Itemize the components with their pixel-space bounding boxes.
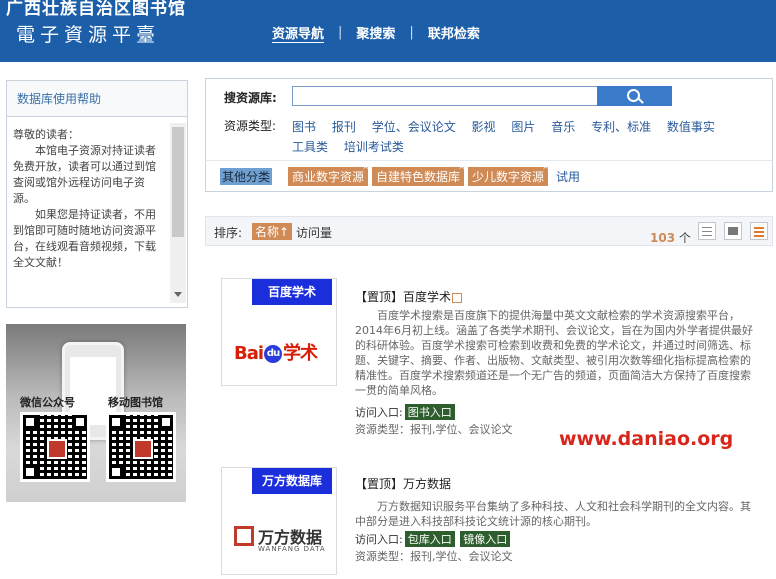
help-paragraph-1: 本馆电子资源对持证读者免费开放，读者可以通过到馆查阅或馆外远程访问电子资源。 (13, 144, 156, 205)
grid-view-icon[interactable] (698, 222, 716, 240)
result-count-number: 103 (650, 231, 676, 245)
access-link-books[interactable]: 图书入口 (404, 404, 455, 420)
watermark-text: www.daniao.org (559, 428, 734, 450)
help-greeting: 尊敬的读者： (13, 128, 79, 141)
nav-resource-guide[interactable]: 资源导航 (272, 23, 324, 42)
mobile-library-qr-code (106, 412, 176, 482)
site-subtitle: 電子資源平臺 (16, 24, 161, 46)
wanfang-logo-english: WANFANG DATA (258, 545, 326, 553)
type-tools[interactable]: 工具类 (292, 137, 328, 157)
category-commercial[interactable]: 商业数字资源 (288, 162, 369, 186)
result-title[interactable]: 【置顶】百度学术 (355, 288, 463, 305)
main-nav: 资源导航 | 聚搜索 | 联邦检索 (272, 22, 480, 42)
search-label: 搜资源库: (224, 91, 277, 105)
mobile-library-label: 移动图书馆 (108, 396, 163, 409)
table-view-icon[interactable] (724, 222, 742, 240)
help-panel: 数据库使用帮助 尊敬的读者： 本馆电子资源对持证读者免费开放，读者可以通过到馆查… (6, 80, 188, 308)
category-children[interactable]: 少儿数字资源 (468, 162, 549, 186)
type-theses[interactable]: 学位、会议论文 (372, 117, 456, 137)
type-training[interactable]: 培训考试类 (344, 137, 404, 157)
nav-aggregate-search[interactable]: 聚搜索 (356, 23, 395, 42)
wanfang-banner: 万方数据库 (252, 468, 332, 494)
scrollbar-thumb[interactable] (172, 127, 184, 237)
other-categories-bar: 其他分类 商业数字资源 自建特色数据库 少儿数字资源 试用 (205, 160, 773, 192)
sort-by-name-button[interactable]: 名称↑ (252, 223, 293, 240)
new-badge-icon (452, 292, 463, 303)
qr-promo-image: 微信公众号 移动图书馆 (6, 324, 186, 502)
wanfang-logo-card[interactable]: 万方数据库 万方数据 WANFANG DATA (221, 467, 337, 575)
help-text: 尊敬的读者： 本馆电子资源对持证读者免费开放，读者可以通过到馆查阅或馆外远程访问… (13, 127, 163, 271)
baidu-paw-icon: du (264, 345, 283, 363)
help-scrollbar[interactable] (170, 123, 186, 303)
result-description: 万方数据知识服务平台集纳了多种科技、人文和社会科学期刊的全文内容。其中部分是进入… (355, 500, 751, 528)
type-patents[interactable]: 专利、标准 (591, 117, 651, 137)
wechat-qr-code (20, 412, 90, 482)
type-books[interactable]: 图书 (292, 117, 316, 137)
search-input[interactable] (292, 86, 604, 106)
list-view-icon[interactable] (750, 222, 768, 240)
result-resource-type: 资源类型：报刊,学位、会议论文 (355, 550, 513, 563)
baidu-scholar-logo-card[interactable]: 百度学术 Bai du 学术 (221, 278, 337, 386)
nav-federated-search[interactable]: 联邦检索 (428, 23, 480, 42)
result-count: 103 个 (650, 229, 691, 246)
result-access: 访问入口: 包库入口 镜像入口 (355, 531, 511, 547)
type-video[interactable]: 影视 (472, 117, 496, 137)
nav-separator: | (338, 24, 343, 40)
search-button[interactable] (597, 86, 672, 106)
baidu-scholar-banner: 百度学术 (252, 279, 332, 305)
resource-type-list: 图书 报刊 学位、会议论文 影视 图片 音乐 专利、标准 数值事实 工具类 培训… (292, 117, 762, 157)
nav-separator: | (409, 24, 414, 40)
sort-label: 排序: (214, 226, 243, 240)
other-categories-label: 其他分类 (220, 168, 273, 185)
type-images[interactable]: 图片 (511, 117, 535, 137)
help-panel-title: 数据库使用帮助 (7, 81, 187, 117)
access-link-mirror[interactable]: 镜像入口 (460, 531, 511, 547)
wanfang-mark-icon (234, 526, 254, 546)
site-title: 广西壮族自治区图书馆 (6, 0, 186, 19)
scroll-down-arrow-icon[interactable] (174, 292, 182, 297)
category-trial[interactable]: 试用 (552, 167, 584, 186)
sort-by-visits-button[interactable]: 访问量 (296, 224, 332, 241)
access-link-package[interactable]: 包库入口 (404, 531, 455, 547)
result-resource-type: 资源类型：报刊,学位、会议论文 (355, 423, 513, 436)
help-paragraph-2: 如果您是持证读者，不用到馆即可随时随地访问资源平台，在线观看音频视频，下载全文文… (13, 208, 156, 269)
baidu-scholar-logo: Bai du 学术 (234, 343, 318, 364)
search-icon (627, 89, 640, 102)
result-description: 百度学术搜索是百度旗下的提供海量中英文文献检索的学术资源搜索平台，2014年6月… (355, 309, 753, 397)
type-periodicals[interactable]: 报刊 (332, 117, 356, 137)
category-self-built[interactable]: 自建特色数据库 (372, 162, 465, 186)
type-facts[interactable]: 数值事实 (667, 117, 715, 137)
result-count-unit: 个 (678, 231, 691, 245)
search-panel: 搜资源库: 资源类型: 图书 报刊 学位、会议论文 影视 图片 音乐 专利、标准… (205, 78, 773, 161)
type-music[interactable]: 音乐 (551, 117, 575, 137)
wechat-label: 微信公众号 (20, 396, 75, 409)
resource-type-label: 资源类型: (224, 119, 277, 133)
result-access: 访问入口: 图书入口 (355, 404, 455, 420)
result-title[interactable]: 【置顶】万方数据 (355, 475, 451, 492)
sort-bar: 排序: 名称↑ 访问量 103 个 (205, 216, 773, 246)
